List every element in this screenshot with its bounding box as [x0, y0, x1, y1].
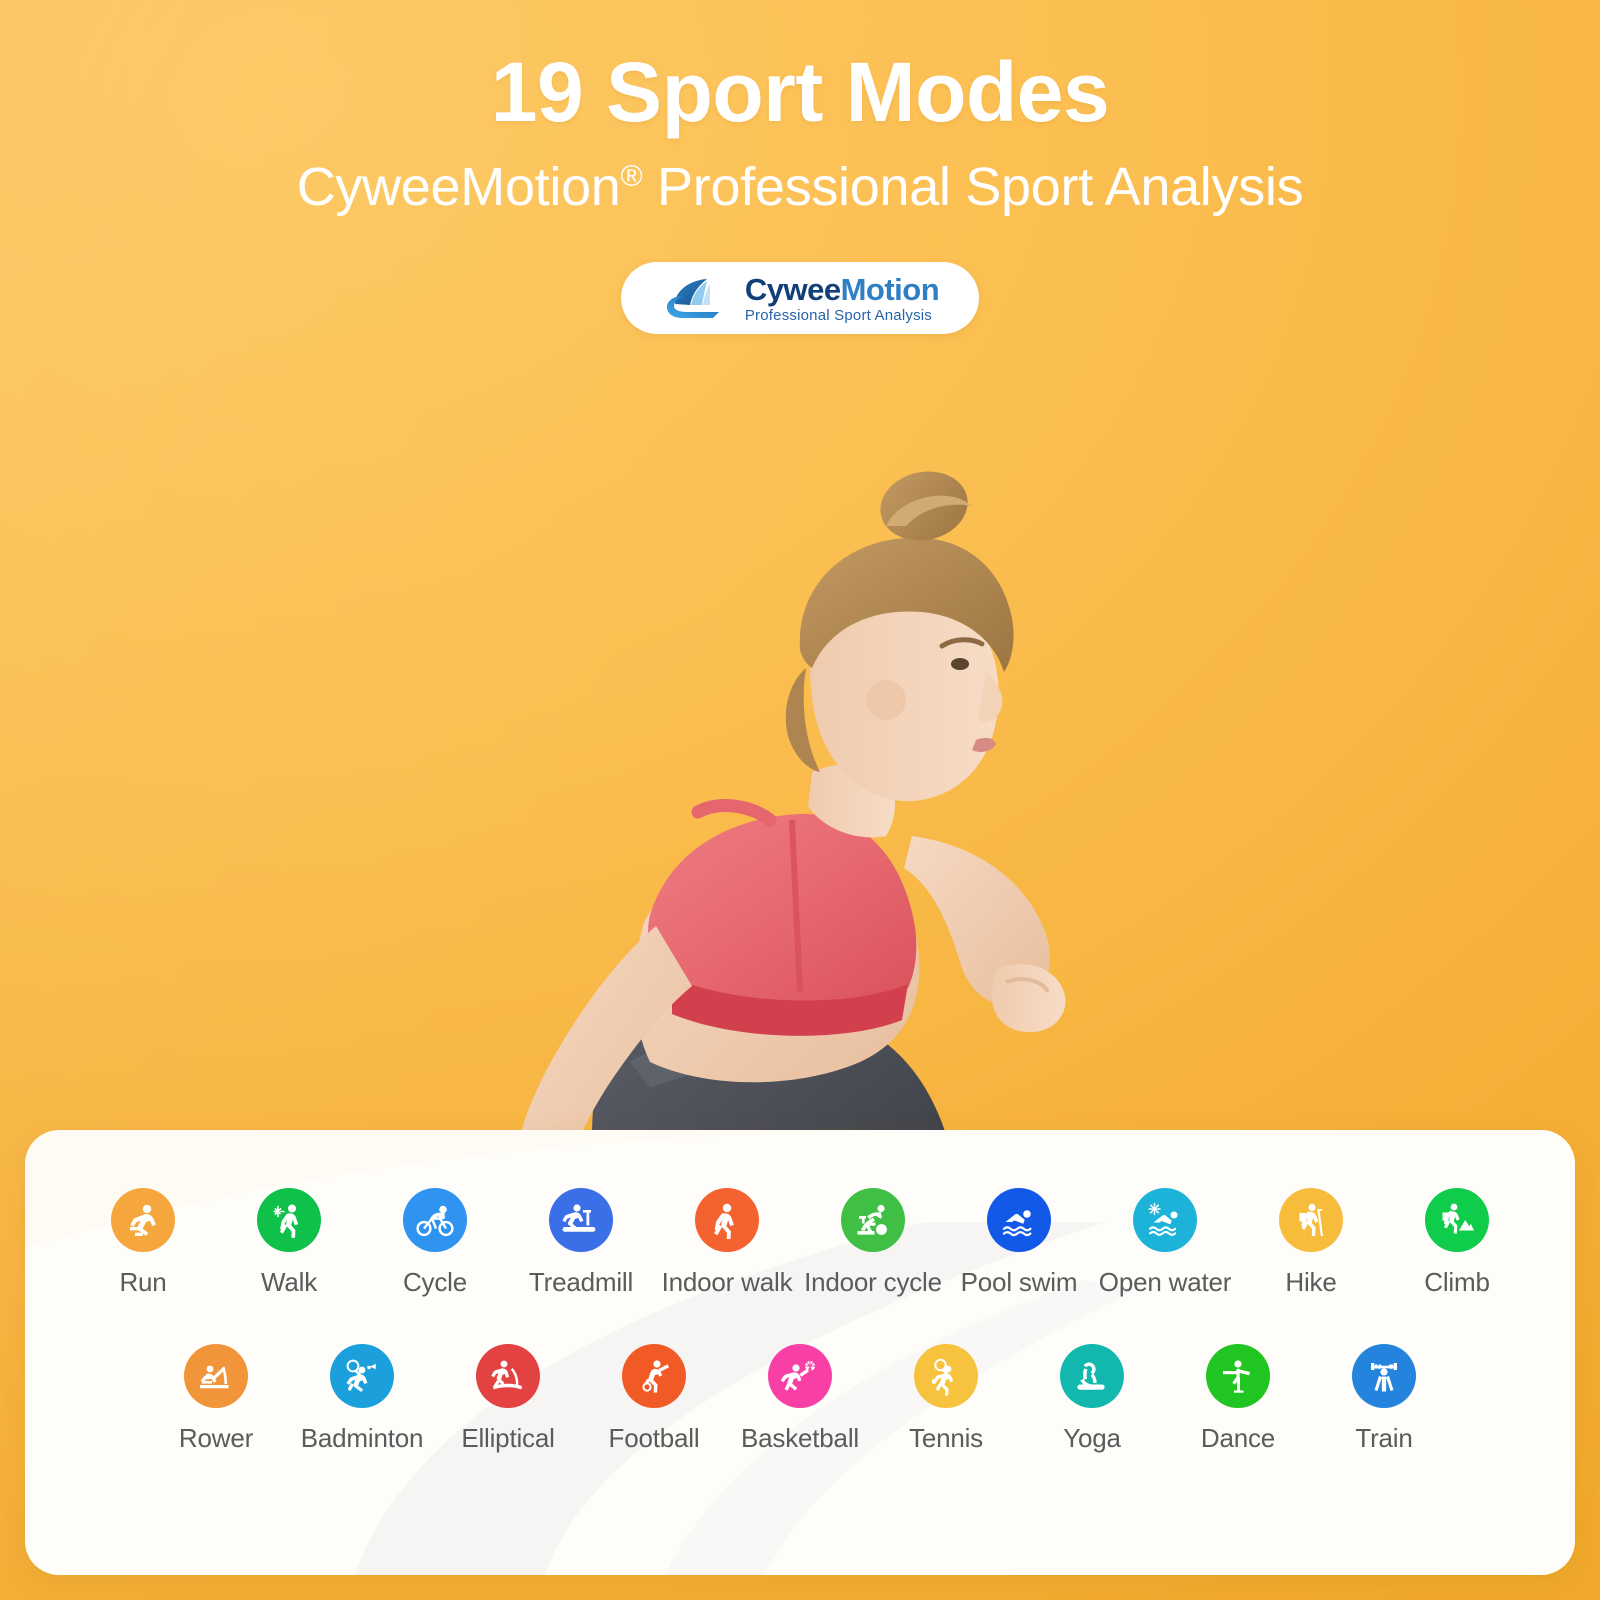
- train-icon: [1352, 1344, 1416, 1408]
- logo-text: CyweeMotion Professional Sport Analysis: [744, 271, 940, 324]
- header: 19 Sport Modes CyweeMotion® Professional…: [0, 0, 1600, 218]
- run-icon: [111, 1188, 175, 1252]
- sport-mode-basketball[interactable]: Basketball: [727, 1344, 873, 1454]
- sport-mode-label: Treadmill: [528, 1267, 634, 1297]
- rower-icon: [184, 1344, 248, 1408]
- registered-mark: ®: [620, 160, 643, 194]
- sport-mode-rower[interactable]: Rower: [143, 1344, 289, 1454]
- sport-mode-hike[interactable]: Hike: [1238, 1188, 1384, 1298]
- logo-tagline: Professional Sport Analysis: [744, 306, 933, 324]
- subtitle-brand: CyweeMotion: [296, 157, 621, 218]
- sport-mode-run[interactable]: Run: [70, 1188, 216, 1298]
- sport-mode-walk[interactable]: Walk: [216, 1188, 362, 1298]
- promo-banner: 19 Sport Modes CyweeMotion® Professional…: [0, 0, 1600, 1600]
- page-subtitle: CyweeMotion® Professional Sport Analysis: [0, 136, 1600, 217]
- sport-mode-elliptical[interactable]: Elliptical: [435, 1344, 581, 1454]
- badminton-icon: [330, 1344, 394, 1408]
- hike-icon: [1279, 1188, 1343, 1252]
- tennis-icon: [914, 1344, 978, 1408]
- sport-mode-label: Open water: [1098, 1267, 1232, 1297]
- sport-mode-label: Yoga: [1063, 1423, 1121, 1453]
- sport-mode-label: Walk: [260, 1267, 317, 1297]
- cyweemotion-logo-badge: CyweeMotion Professional Sport Analysis: [621, 262, 979, 334]
- sport-mode-label: Dance: [1200, 1423, 1276, 1453]
- sport-mode-tennis[interactable]: Tennis: [873, 1344, 1019, 1454]
- sport-mode-label: Hike: [1285, 1267, 1337, 1297]
- sport-mode-train[interactable]: Train: [1311, 1344, 1457, 1454]
- sport-mode-treadmill[interactable]: Treadmill: [508, 1188, 654, 1298]
- sport-mode-label: Rower: [178, 1423, 254, 1453]
- sport-mode-label: Cycle: [402, 1267, 467, 1297]
- sport-mode-open-water[interactable]: Open water: [1092, 1188, 1238, 1298]
- sport-mode-yoga[interactable]: Yoga: [1019, 1344, 1165, 1454]
- elliptical-icon: [476, 1344, 540, 1408]
- basketball-icon: [768, 1344, 832, 1408]
- walk-icon: [257, 1188, 321, 1252]
- sport-mode-label: Climb: [1424, 1267, 1490, 1297]
- pool-swim-icon: [987, 1188, 1051, 1252]
- sport-mode-label: Indoor walk: [661, 1267, 793, 1297]
- sport-mode-dance[interactable]: Dance: [1165, 1344, 1311, 1454]
- sport-mode-pool-swim[interactable]: Pool swim: [946, 1188, 1092, 1298]
- sport-mode-cycle[interactable]: Cycle: [362, 1188, 508, 1298]
- sport-modes-grid: Run Walk Cycle Treadmill Indoor walk Ind…: [25, 1188, 1575, 1454]
- logo-word-cywee: Cywee: [744, 271, 841, 307]
- sport-mode-label: Pool swim: [960, 1267, 1078, 1297]
- sport-mode-label: Run: [119, 1267, 167, 1297]
- sport-mode-label: Basketball: [741, 1423, 859, 1453]
- subtitle-tagline: Professional Sport Analysis: [642, 157, 1304, 218]
- yoga-icon: [1060, 1344, 1124, 1408]
- sport-mode-football[interactable]: Football: [581, 1344, 727, 1454]
- sport-mode-label: Badminton: [300, 1423, 424, 1453]
- treadmill-icon: [549, 1188, 613, 1252]
- sport-modes-row-1: Run Walk Cycle Treadmill Indoor walk Ind…: [25, 1188, 1575, 1298]
- sport-mode-label: Tennis: [909, 1423, 983, 1453]
- sport-modes-card: Run Walk Cycle Treadmill Indoor walk Ind…: [25, 1130, 1575, 1575]
- sport-mode-label: Train: [1355, 1423, 1413, 1453]
- football-icon: [622, 1344, 686, 1408]
- dance-icon: [1206, 1344, 1270, 1408]
- indoor-walk-icon: [695, 1188, 759, 1252]
- open-water-icon: [1133, 1188, 1197, 1252]
- sport-mode-label: Indoor cycle: [804, 1267, 942, 1297]
- logo-wordmark: CyweeMotion: [744, 271, 940, 307]
- cycle-icon: [403, 1188, 467, 1252]
- sport-mode-label: Football: [608, 1423, 700, 1453]
- sport-mode-climb[interactable]: Climb: [1384, 1188, 1530, 1298]
- sport-mode-badminton[interactable]: Badminton: [289, 1344, 435, 1454]
- sport-mode-label: Elliptical: [461, 1423, 555, 1453]
- sport-mode-indoor-walk[interactable]: Indoor walk: [654, 1188, 800, 1298]
- page-title: 19 Sport Modes: [490, 45, 1110, 139]
- sport-modes-row-2: Rower Badminton Elliptical Football Bask…: [25, 1344, 1575, 1454]
- logo-word-motion: Motion: [840, 271, 940, 307]
- cywee-swoosh-logo-icon: [661, 274, 733, 322]
- sport-mode-indoor-cycle[interactable]: Indoor cycle: [800, 1188, 946, 1298]
- indoor-cycle-icon: [841, 1188, 905, 1252]
- climb-icon: [1425, 1188, 1489, 1252]
